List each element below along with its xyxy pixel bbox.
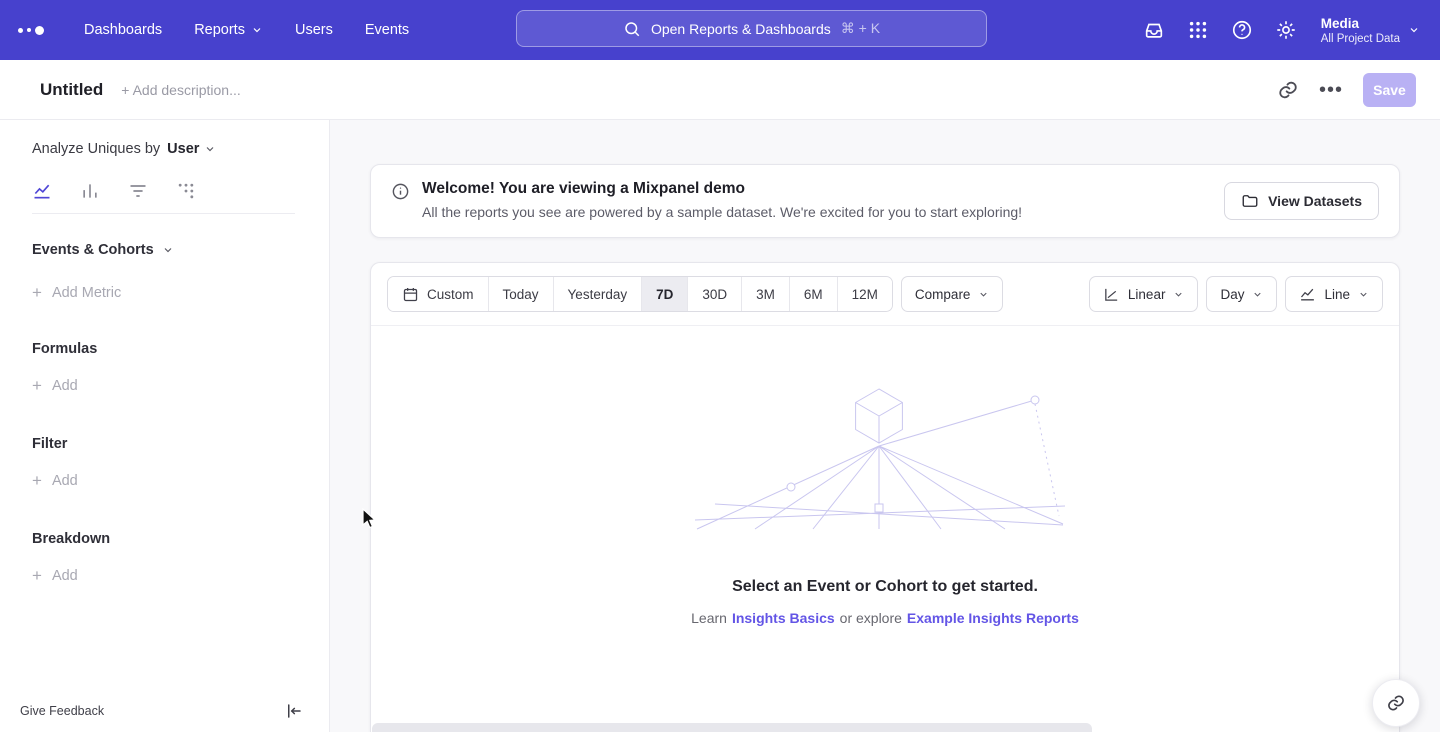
calendar-icon [402, 286, 419, 303]
range-yesterday-button[interactable]: Yesterday [553, 277, 642, 311]
info-icon [391, 182, 410, 201]
filter-section: Filter [32, 436, 329, 452]
example-insights-reports-link[interactable]: Example Insights Reports [907, 610, 1079, 626]
inbox-icon[interactable] [1143, 19, 1165, 41]
folder-icon [1241, 192, 1259, 210]
apps-grid-icon[interactable] [1187, 19, 1209, 41]
copy-link-icon[interactable] [1277, 79, 1299, 101]
main-content: Welcome! You are viewing a Mixpanel demo… [330, 120, 1440, 732]
search-label: Open Reports & Dashboards [651, 21, 831, 37]
welcome-banner: Welcome! You are viewing a Mixpanel demo… [370, 164, 1400, 238]
retention-grid-tab-icon[interactable] [176, 181, 196, 201]
horizontal-scrollbar[interactable] [372, 723, 1092, 732]
chevron-down-icon [204, 143, 216, 155]
project-switcher[interactable]: Media All Project Data [1321, 15, 1420, 45]
metric-type-tabs [32, 181, 295, 214]
report-description-placeholder[interactable]: + Add description... [121, 82, 240, 98]
settings-gear-icon[interactable] [1275, 19, 1297, 41]
view-datasets-button[interactable]: View Datasets [1224, 182, 1379, 220]
linear-scale-icon [1103, 286, 1120, 303]
give-feedback-link[interactable]: Give Feedback [20, 704, 104, 718]
empty-state-title: Select an Event or Cohort to get started… [371, 578, 1399, 596]
header-actions: ••• Save [1277, 73, 1416, 107]
chart-display-controls: Linear Day Line [1089, 276, 1383, 312]
more-options-icon[interactable]: ••• [1319, 80, 1343, 100]
formulas-section: Formulas [32, 341, 329, 357]
chevron-down-icon [978, 289, 989, 300]
range-today-button[interactable]: Today [488, 277, 553, 311]
insights-basics-link[interactable]: Insights Basics [732, 610, 835, 626]
chevron-down-icon [1408, 24, 1420, 36]
analyze-entity-dropdown[interactable]: User [167, 141, 216, 157]
events-cohorts-section[interactable]: Events & Cohorts [32, 242, 329, 258]
empty-state-subtitle: Learn Insights Basics or explore Example… [371, 610, 1399, 626]
breakdown-section: Breakdown [32, 531, 329, 547]
nav-users[interactable]: Users [295, 22, 333, 38]
analyze-row: Analyze Uniques by User [32, 141, 329, 157]
analyze-label: Analyze Uniques by [32, 141, 160, 157]
plus-icon: + [32, 567, 42, 584]
primary-nav: Dashboards Reports Users Events [84, 22, 409, 38]
plus-icon: + [32, 284, 42, 301]
insights-chart-card: Custom Today Yesterday 7D 30D 3M 6M 12M … [370, 262, 1400, 732]
nav-events[interactable]: Events [365, 22, 409, 38]
banner-title: Welcome! You are viewing a Mixpanel demo [422, 180, 1022, 198]
plus-icon: + [32, 472, 42, 489]
chevron-down-icon [251, 24, 263, 36]
save-button[interactable]: Save [1363, 73, 1416, 107]
add-filter-button[interactable]: + Add [32, 472, 329, 489]
chart-type-select[interactable]: Line [1285, 276, 1383, 312]
interval-select[interactable]: Day [1206, 276, 1277, 312]
insights-line-tab-icon[interactable] [32, 181, 52, 201]
range-30d-button[interactable]: 30D [687, 277, 741, 311]
help-icon[interactable] [1231, 19, 1253, 41]
search-icon [623, 20, 641, 38]
query-sidebar: Analyze Uniques by User Events & Cohorts [0, 120, 330, 732]
chevron-down-icon [1252, 289, 1263, 300]
compare-button[interactable]: Compare [901, 276, 1004, 312]
add-formula-button[interactable]: + Add [32, 377, 329, 394]
report-title[interactable]: Untitled [40, 80, 103, 100]
funnel-tab-icon[interactable] [128, 181, 148, 201]
link-icon [1386, 693, 1406, 713]
chevron-down-icon [1173, 289, 1184, 300]
add-breakdown-button[interactable]: + Add [32, 567, 329, 584]
range-12m-button[interactable]: 12M [837, 277, 892, 311]
range-7d-button[interactable]: 7D [641, 277, 687, 311]
sidebar-footer: Give Feedback [0, 690, 329, 732]
project-scope: All Project Data [1321, 33, 1400, 45]
chart-toolbar: Custom Today Yesterday 7D 30D 3M 6M 12M … [371, 263, 1399, 326]
nav-right: Media All Project Data [1143, 15, 1420, 45]
nav-reports[interactable]: Reports [194, 22, 263, 38]
plus-icon: + [32, 377, 42, 394]
top-nav: Dashboards Reports Users Events Open Rep… [0, 0, 1440, 60]
range-custom-button[interactable]: Custom [388, 277, 488, 311]
empty-state: Select an Event or Cohort to get started… [371, 384, 1399, 626]
search-shortcut: ⌘ + K [841, 20, 880, 37]
share-link-fab[interactable] [1372, 679, 1420, 727]
range-6m-button[interactable]: 6M [789, 277, 837, 311]
chevron-down-icon [1358, 289, 1369, 300]
report-header: Untitled + Add description... ••• Save [0, 60, 1440, 120]
collapse-sidebar-icon[interactable] [285, 702, 303, 720]
add-metric-button[interactable]: + Add Metric [32, 284, 329, 301]
chevron-down-icon [162, 244, 174, 256]
range-3m-button[interactable]: 3M [741, 277, 789, 311]
project-name: Media [1321, 15, 1400, 33]
wireframe-illustration [695, 384, 1075, 534]
line-chart-icon [1299, 286, 1316, 303]
bar-chart-tab-icon[interactable] [80, 181, 100, 201]
date-range-segmented-control: Custom Today Yesterday 7D 30D 3M 6M 12M [387, 276, 893, 312]
banner-subtitle: All the reports you see are powered by a… [422, 204, 1022, 220]
nav-dashboards[interactable]: Dashboards [84, 22, 162, 38]
mixpanel-logo[interactable] [18, 26, 64, 35]
scale-select[interactable]: Linear [1089, 276, 1199, 312]
global-search[interactable]: Open Reports & Dashboards ⌘ + K [516, 10, 987, 47]
